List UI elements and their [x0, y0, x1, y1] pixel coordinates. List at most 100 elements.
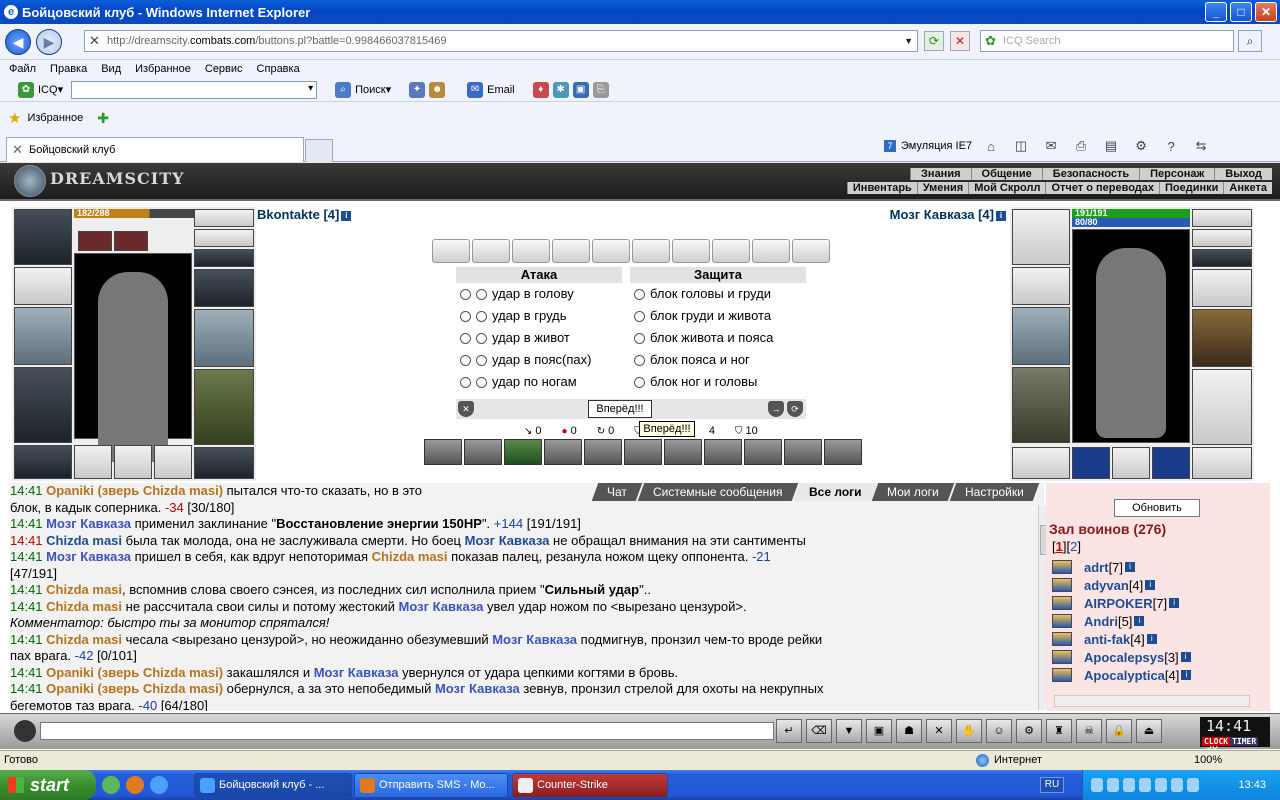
scroll-slot[interactable]	[552, 239, 590, 263]
player-row[interactable]: adrt [7] i	[1052, 558, 1252, 576]
radio[interactable]	[460, 288, 471, 300]
player-row[interactable]: Apocalyptica [4] i	[1052, 666, 1252, 684]
menu-edit[interactable]: Правка	[50, 63, 87, 75]
weapon-slot[interactable]	[14, 307, 72, 365]
start-button[interactable]: start	[0, 770, 96, 800]
game-menu-inventory[interactable]: Инвентарь	[846, 182, 917, 194]
radio[interactable]	[476, 310, 487, 322]
game-menu-fights[interactable]: Поединки	[1159, 182, 1224, 194]
radio[interactable]	[460, 332, 471, 344]
amulet-slot[interactable]	[194, 229, 254, 247]
radio[interactable]	[476, 332, 487, 344]
ie7-emulation-label[interactable]: Эмуляция IE7	[901, 140, 972, 152]
mail-icon[interactable]: ✉	[1040, 138, 1062, 154]
task-send-sms[interactable]: Отправить SMS - Mo...	[354, 773, 508, 798]
radio[interactable]	[634, 332, 645, 344]
page-2-link[interactable]: 2	[1070, 539, 1077, 554]
player-row[interactable]: adyvan [4] i	[1052, 576, 1252, 594]
home-icon[interactable]: ⌂	[980, 139, 1002, 154]
network-icon[interactable]	[1123, 778, 1135, 792]
menu-file[interactable]: Файл	[9, 63, 36, 75]
game-menu-profile[interactable]: Анкета	[1223, 182, 1272, 194]
usb-icon[interactable]	[1139, 778, 1151, 792]
tab-system-messages[interactable]: Системные сообщения	[638, 483, 799, 501]
minimize-button[interactable]: _	[1205, 2, 1227, 22]
info-icon[interactable]: i	[341, 210, 352, 221]
gloves-slot[interactable]	[1192, 269, 1252, 307]
tab-chat[interactable]: Чат	[592, 483, 643, 501]
log-blue[interactable]: Мозг Кавказа	[435, 681, 520, 696]
menu-help[interactable]: Справка	[257, 63, 300, 75]
attack-option-head[interactable]: удар в голову	[456, 283, 622, 305]
log-orange[interactable]: Chizda masi	[46, 599, 122, 614]
pants-slot[interactable]	[1192, 369, 1252, 445]
player-row[interactable]: anti-fak [4] i	[1052, 630, 1252, 648]
player-name[interactable]: Apocalyptica	[1084, 668, 1165, 683]
scroll-slot[interactable]	[432, 239, 470, 263]
log-orange[interactable]: Opaniki (зверь Chizda masi)	[46, 665, 223, 680]
radio[interactable]	[476, 376, 487, 388]
new-tab-button[interactable]	[305, 139, 333, 162]
info-icon[interactable]: i	[1145, 580, 1156, 590]
ring-slot-2[interactable]	[1112, 447, 1150, 479]
player-name[interactable]: adrt	[1084, 560, 1109, 575]
left-fighter-name[interactable]: Bkontakte [4] i	[257, 207, 352, 222]
tab-fight-club[interactable]: ✕ Бойцовский клуб	[6, 137, 304, 162]
favorites-label[interactable]: Избранное	[27, 112, 83, 124]
log-orange[interactable]: Opaniki (зверь Chizda masi)	[46, 681, 223, 696]
skill-slot[interactable]	[464, 439, 502, 465]
ie7-emulation-icon[interactable]: 7	[884, 140, 896, 152]
help-icon[interactable]: ?	[1160, 139, 1182, 154]
exit-icon[interactable]: ⏏	[1136, 719, 1162, 743]
menu-view[interactable]: Вид	[101, 63, 121, 75]
stop-button[interactable]: ✕	[950, 31, 970, 51]
info-icon[interactable]: i	[996, 210, 1006, 221]
icq-tray-icon[interactable]	[1107, 778, 1119, 792]
player-row[interactable]: Apocalepsys [3] i	[1052, 648, 1252, 666]
log-blue[interactable]: Мозг Кавказа	[399, 599, 484, 614]
info-icon[interactable]: i	[1180, 652, 1191, 662]
right-fighter-name[interactable]: Мозг Кавказа [4] i	[890, 207, 1006, 222]
log-nick[interactable]: Мозг Кавказа	[465, 533, 550, 548]
attack-option-legs[interactable]: удар по ногам	[456, 371, 622, 393]
skill-slot[interactable]	[424, 439, 462, 465]
skill-slot[interactable]	[584, 439, 622, 465]
firefox-quicklaunch-icon[interactable]	[126, 776, 144, 794]
log-blue[interactable]: Мозг Кавказа	[46, 549, 131, 564]
helmet-slot[interactable]	[1012, 209, 1070, 265]
log-nick[interactable]: Chizda masi	[46, 533, 122, 548]
skill-slot-active[interactable]	[504, 439, 542, 465]
ie-quicklaunch-icon[interactable]	[150, 776, 168, 794]
save-log-icon[interactable]: ▣	[866, 719, 892, 743]
eraser-icon[interactable]: ⌫	[806, 719, 832, 743]
pants-slot[interactable]	[194, 369, 254, 445]
search-button[interactable]: ⌕	[1238, 30, 1262, 52]
scroll-slot[interactable]	[472, 239, 510, 263]
menu-tools[interactable]: Сервис	[205, 63, 243, 75]
mask-icon[interactable]: ☠	[1076, 719, 1102, 743]
settings-icon[interactable]: ⚙	[1016, 719, 1042, 743]
scroll-slot[interactable]	[792, 239, 830, 263]
amulet-slot[interactable]	[1192, 229, 1252, 247]
info-icon[interactable]: i	[1125, 562, 1136, 572]
earring-slots[interactable]	[194, 249, 254, 267]
bow-slot[interactable]	[1012, 307, 1070, 365]
page-1-link[interactable]: 1	[1056, 539, 1063, 554]
shield-refresh-icon[interactable]: ⟳	[787, 401, 803, 417]
player-name[interactable]: AIRPOKER	[1084, 596, 1153, 611]
skill-slot[interactable]	[744, 439, 782, 465]
tools-gear-icon[interactable]: ⚙	[1130, 138, 1152, 154]
bag-icon[interactable]: ♜	[1046, 719, 1072, 743]
radio[interactable]	[476, 354, 487, 366]
player-name[interactable]: Andri	[1084, 614, 1118, 629]
attack-option-chest[interactable]: удар в грудь	[456, 305, 622, 327]
helmet-slot[interactable]	[14, 209, 72, 265]
chat-message-input[interactable]	[40, 722, 774, 740]
smile-icon[interactable]: ☺	[986, 719, 1012, 743]
log-blue[interactable]: Мозг Кавказа	[46, 516, 131, 531]
game-menu-my-scroll[interactable]: Мой Скролл	[968, 182, 1046, 194]
skill-slot[interactable]	[784, 439, 822, 465]
swords-icon[interactable]	[194, 209, 254, 227]
icq-button[interactable]: ✿ ICQ ▾	[18, 81, 63, 98]
radio[interactable]	[634, 288, 645, 300]
